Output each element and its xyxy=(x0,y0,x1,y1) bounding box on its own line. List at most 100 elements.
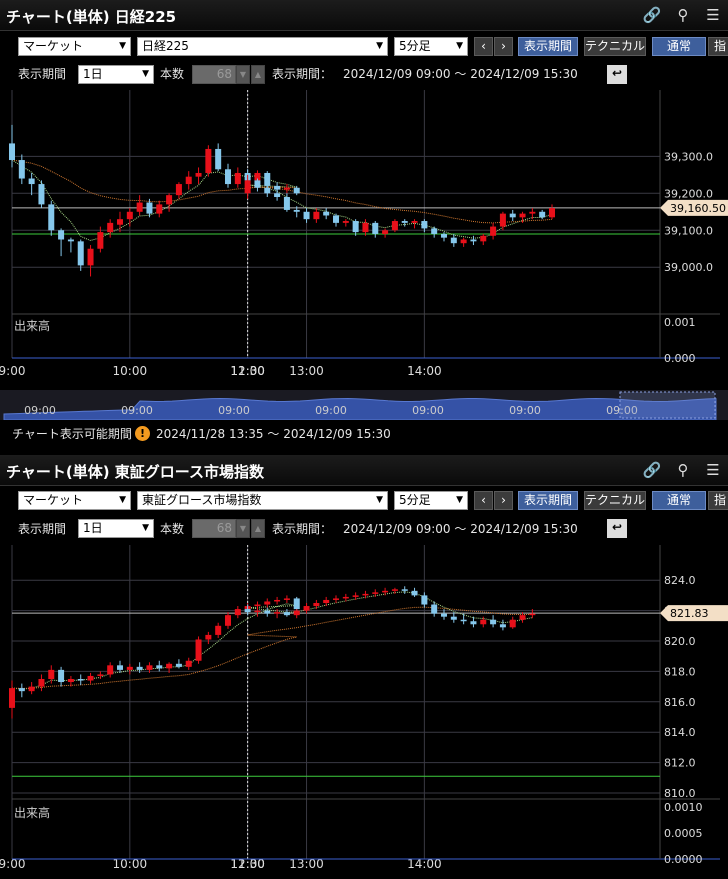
market-select[interactable]: マーケット ▼ xyxy=(18,491,131,510)
candle-body xyxy=(441,613,447,617)
count-input[interactable]: 68 xyxy=(192,519,236,538)
market-select-value: マーケット xyxy=(23,39,84,53)
chevron-down-icon: ▼ xyxy=(119,495,126,505)
y-tick-label: 39,200.0 xyxy=(664,187,713,200)
period-button[interactable]: 表示期間 xyxy=(518,491,578,510)
warning-icon: ! xyxy=(135,426,150,441)
reset-icon[interactable]: ↩ xyxy=(607,65,627,84)
period-label: 表示期間 xyxy=(18,522,67,536)
candle-body xyxy=(156,665,163,669)
candle-body xyxy=(293,610,300,616)
chevron-down-icon: ▼ xyxy=(376,41,383,51)
candle-body xyxy=(18,160,25,179)
normal-button[interactable]: 通常 xyxy=(652,37,706,56)
candle-body xyxy=(431,228,438,234)
menu-icon[interactable]: ☰ xyxy=(703,5,723,25)
count-input[interactable]: 68 xyxy=(192,65,236,84)
next-button[interactable]: › xyxy=(494,491,513,510)
candle-body xyxy=(136,666,143,670)
y-tick-label: 39,300.0 xyxy=(664,150,713,163)
volume-tick-label: 0.0000 xyxy=(664,853,703,866)
candle-body xyxy=(372,592,379,594)
candle-body xyxy=(401,221,408,223)
search-icon[interactable]: ⚲ xyxy=(673,460,693,480)
candle-body xyxy=(9,688,15,708)
chevron-down-icon: ▼ xyxy=(142,69,149,79)
reset-icon[interactable]: ↩ xyxy=(607,519,627,538)
technical-button[interactable]: テクニカル xyxy=(584,491,646,510)
navigator-selection xyxy=(619,391,716,419)
symbol-select[interactable]: 東証グロース市場指数 ▼ xyxy=(137,491,388,510)
link-icon[interactable]: 🔗 xyxy=(642,5,662,25)
candle-body xyxy=(441,233,447,238)
candle-body xyxy=(67,239,74,242)
count-down-button[interactable]: ▼ xyxy=(236,65,250,84)
candle-body xyxy=(77,241,84,266)
indicator-button[interactable]: 指 xyxy=(708,37,728,56)
count-up-button[interactable]: ▲ xyxy=(251,65,265,84)
candle-body xyxy=(215,148,222,170)
candle-body xyxy=(48,204,55,231)
technical-button[interactable]: テクニカル xyxy=(584,37,646,56)
candle-body xyxy=(175,663,182,667)
normal-button[interactable]: 通常 xyxy=(652,491,706,510)
volume-label: 出来高 xyxy=(14,806,51,820)
candle-body xyxy=(274,193,281,197)
chevron-down-icon: ▼ xyxy=(142,523,149,533)
indicator-button[interactable]: 指 xyxy=(708,491,728,510)
interval-select[interactable]: 5分足 ▼ xyxy=(394,37,468,56)
range-label: 表示期間： xyxy=(272,67,333,81)
candle-body xyxy=(175,184,182,196)
candle-body xyxy=(58,669,65,683)
candle-body xyxy=(509,619,516,628)
count-up-button[interactable]: ▲ xyxy=(251,519,265,538)
candle-body xyxy=(519,213,526,218)
candle-body xyxy=(283,612,290,616)
candle-body xyxy=(303,211,310,220)
period-select[interactable]: 1日 ▼ xyxy=(78,65,154,84)
menu-icon[interactable]: ☰ xyxy=(703,460,723,480)
period-navigator[interactable]: 09:0009:0009:0009:0009:0009:0009:00 xyxy=(0,390,728,420)
candle-body xyxy=(313,603,320,607)
navigator-tick-label: 09:00 xyxy=(218,404,250,417)
candle-body xyxy=(28,686,35,692)
candle-body xyxy=(342,596,349,599)
candlestick-chart: 39,300.0 39,200.0 39,100.0 39,000.0 9:00 10:0… xyxy=(0,90,728,378)
link-icon[interactable]: 🔗 xyxy=(642,460,662,480)
available-period-value: 2024/11/28 13:35 ～ 2024/12/09 15:30 xyxy=(156,427,391,441)
chevron-down-icon: ▼ xyxy=(456,41,463,51)
candle-body xyxy=(38,184,45,205)
candle-body xyxy=(431,604,438,614)
candle-body xyxy=(205,634,212,640)
candle-body xyxy=(9,143,15,161)
prev-button[interactable]: ‹ xyxy=(474,37,493,56)
next-button[interactable]: › xyxy=(494,37,513,56)
volume-tick-label: 0.0010 xyxy=(664,801,703,814)
navigator-tick-label: 09:00 xyxy=(509,404,541,417)
candle-body xyxy=(67,679,74,683)
count-down-button[interactable]: ▼ xyxy=(236,519,250,538)
range-label: 表示期間： xyxy=(272,522,333,536)
y-tick-label: 812.0 xyxy=(664,757,696,770)
period-select[interactable]: 1日 ▼ xyxy=(78,519,154,538)
prev-button[interactable]: ‹ xyxy=(474,491,493,510)
y-tick-label: 818.0 xyxy=(664,665,696,678)
interval-select-value: 5分足 xyxy=(399,39,431,53)
candle-body xyxy=(303,606,310,611)
candle-body xyxy=(450,616,457,620)
symbol-select[interactable]: 日経225 ▼ xyxy=(137,37,388,56)
interval-select[interactable]: 5分足 ▼ xyxy=(394,491,468,510)
search-icon[interactable]: ⚲ xyxy=(673,5,693,25)
market-select[interactable]: マーケット ▼ xyxy=(18,37,131,56)
period-select-value: 1日 xyxy=(83,67,103,81)
candle-body xyxy=(539,211,546,218)
candle-body xyxy=(254,180,261,188)
candlestick-chart: 824.0822.0820.0818.0816.0814.0812.0810.0… xyxy=(0,545,728,871)
period-button[interactable]: 表示期間 xyxy=(518,37,578,56)
candle-body xyxy=(490,619,497,625)
candle-body xyxy=(225,169,231,185)
candle-body xyxy=(529,613,536,616)
period-label: 表示期間 xyxy=(18,67,67,81)
candle-body xyxy=(274,599,281,602)
candle-body xyxy=(421,221,428,229)
